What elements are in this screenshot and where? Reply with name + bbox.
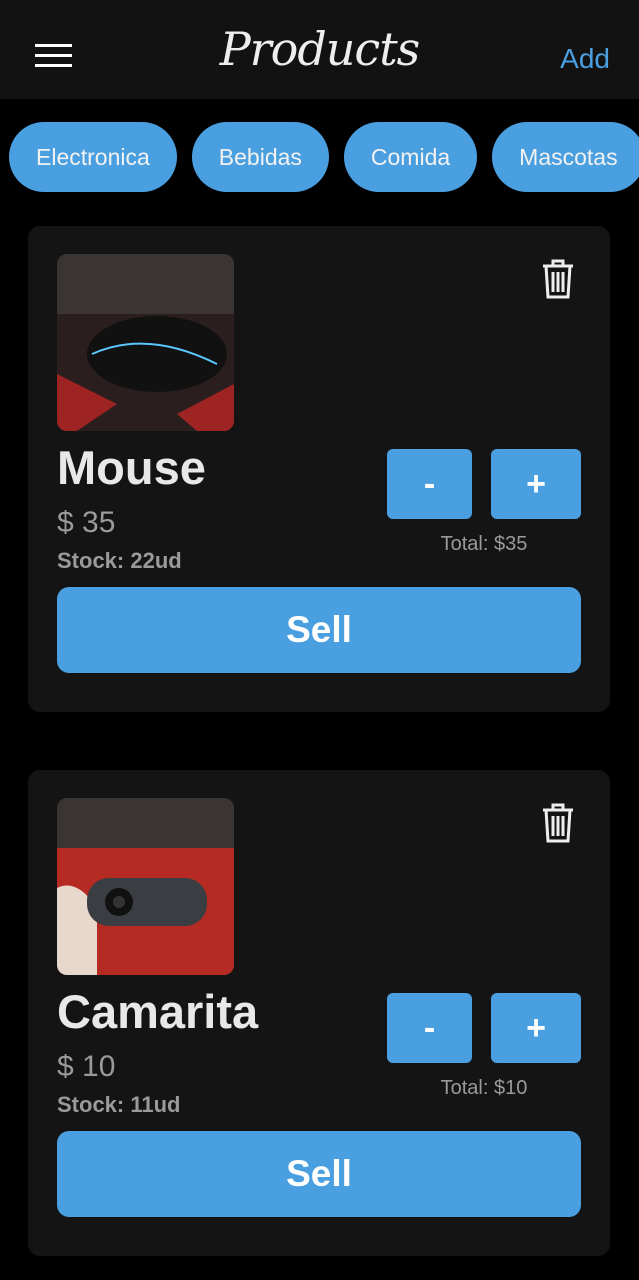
category-chips: Electronica Bebidas Comida Mascotas <box>9 122 639 192</box>
increment-button[interactable]: + <box>491 449 581 519</box>
product-image <box>57 798 234 975</box>
product-name: Mouse <box>57 441 206 494</box>
category-chip-electronica[interactable]: Electronica <box>9 122 177 192</box>
product-card: Mouse $ 35 Stock: 22ud - + Total: $35 Se… <box>28 226 610 712</box>
category-chip-mascotas[interactable]: Mascotas <box>492 122 639 192</box>
decrement-button[interactable]: - <box>387 993 472 1063</box>
increment-button[interactable]: + <box>491 993 581 1063</box>
decrement-button[interactable]: - <box>387 449 472 519</box>
product-stock: Stock: 11ud <box>57 1092 181 1117</box>
product-total: Total: $10 <box>440 1077 528 1099</box>
trash-icon[interactable] <box>541 802 575 844</box>
category-chip-bebidas[interactable]: Bebidas <box>191 122 329 192</box>
app-header: Products Add <box>0 0 639 99</box>
product-stock: Stock: 22ud <box>57 548 182 573</box>
product-price: $ 35 <box>57 506 116 539</box>
category-chip-comida[interactable]: Comida <box>343 122 478 192</box>
product-name: Camarita <box>57 985 259 1038</box>
page-title: Products <box>219 22 421 76</box>
sell-button[interactable]: Sell <box>57 587 581 673</box>
product-image <box>57 254 234 431</box>
trash-icon[interactable] <box>541 258 575 300</box>
product-price: $ 10 <box>57 1050 116 1083</box>
product-card: Camarita $ 10 Stock: 11ud - + Total: $10… <box>28 770 610 1256</box>
sell-button[interactable]: Sell <box>57 1131 581 1217</box>
add-button[interactable]: Add <box>560 43 610 75</box>
product-total: Total: $35 <box>440 533 528 555</box>
